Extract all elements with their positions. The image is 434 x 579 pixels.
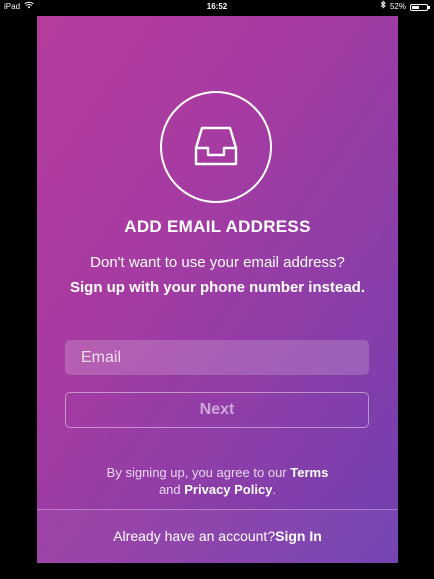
terms-suffix: . bbox=[272, 482, 277, 497]
battery-percent: 52% bbox=[389, 2, 406, 11]
next-button[interactable]: Next bbox=[65, 392, 369, 428]
subtitle-text: Don't want to use your email address? bbox=[90, 254, 345, 271]
battery-icon bbox=[410, 3, 430, 11]
battery-fill bbox=[412, 5, 420, 9]
terms-and: and bbox=[158, 482, 181, 497]
logo-circle bbox=[160, 91, 272, 203]
page-title: ADD EMAIL ADDRESS bbox=[124, 217, 311, 236]
status-time: 16:52 bbox=[206, 2, 228, 11]
inbox-tray-icon bbox=[194, 126, 238, 166]
phone-signup-link[interactable]: Sign up with your phone number instead. bbox=[37, 279, 398, 296]
signin-prompt: Already have an account? bbox=[113, 528, 276, 544]
terms-link[interactable]: Terms bbox=[290, 465, 328, 480]
status-bar-right: 52% bbox=[380, 0, 430, 14]
privacy-policy-link[interactable]: Privacy Policy bbox=[184, 482, 272, 497]
terms-prefix: By signing up, you agree to our bbox=[106, 465, 287, 480]
status-bar: iPad 16:52 52% bbox=[0, 0, 434, 14]
terms-text: By signing up, you agree to our Terms an… bbox=[37, 464, 398, 498]
signup-panel: ADD EMAIL ADDRESS Don't want to use your… bbox=[37, 16, 398, 563]
bluetooth-icon bbox=[380, 0, 386, 14]
signin-footer: Already have an account?Sign In bbox=[37, 509, 398, 563]
signin-link[interactable]: Sign In bbox=[275, 528, 322, 544]
email-field[interactable] bbox=[65, 340, 369, 375]
